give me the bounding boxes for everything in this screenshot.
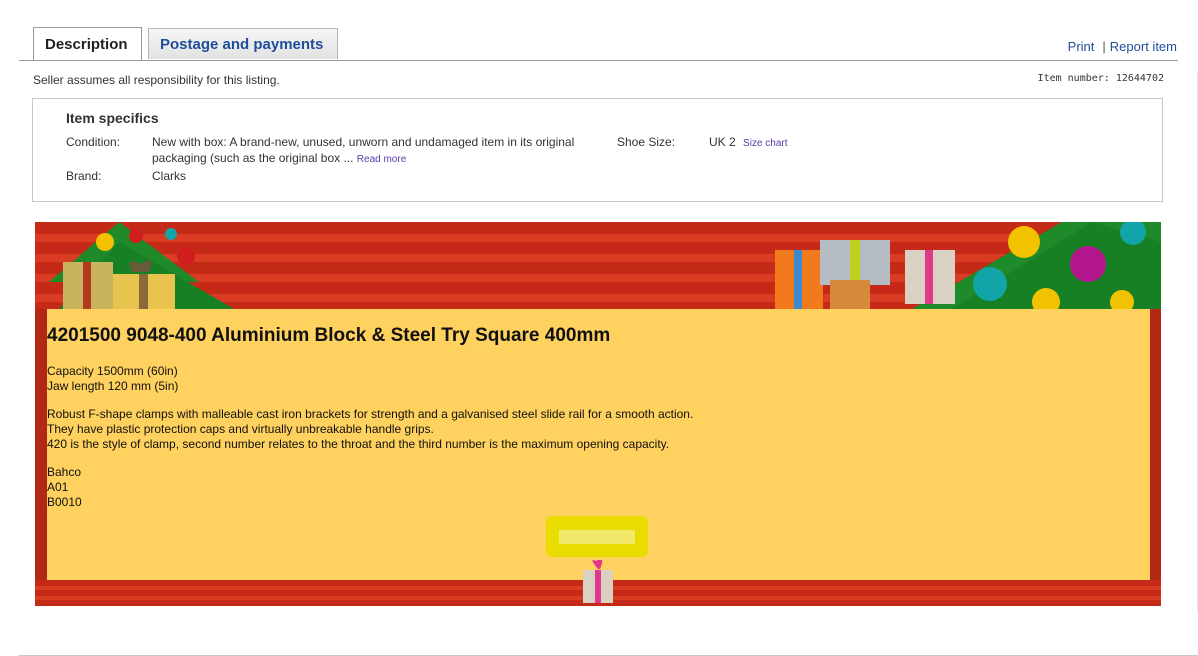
item-specifics-box: Item specifics Condition: New with box: …	[32, 98, 1163, 202]
listing-specs: Capacity 1500mm (60in) Jaw length 120 mm…	[47, 364, 179, 393]
listing-codes: Bahco A01 B0010	[47, 465, 82, 509]
print-link[interactable]: Print	[1068, 39, 1095, 54]
description-panel: 4201500 9048-400 Aluminium Block & Steel…	[47, 309, 1150, 580]
seller-disclaimer: Seller assumes all responsibility for th…	[33, 73, 280, 87]
action-button-face	[559, 530, 635, 544]
gift-box-small-icon	[583, 560, 613, 603]
brand-label: Brand:	[66, 169, 102, 183]
item-specifics-title: Item specifics	[66, 110, 159, 126]
action-button[interactable]	[546, 516, 648, 557]
listing-description-frame: 4201500 9048-400 Aluminium Block & Steel…	[35, 222, 1161, 606]
shoe-size-label: Shoe Size:	[617, 135, 676, 149]
shoe-size-text: UK 2	[709, 135, 736, 149]
item-number: Item number: 12644702	[1037, 73, 1164, 84]
tab-postage-and-payments[interactable]: Postage and payments	[148, 28, 338, 59]
tab-divider	[19, 60, 1178, 61]
condition-value: New with box: A brand-new, unused, unwor…	[152, 134, 592, 168]
read-more-link[interactable]: Read more	[357, 154, 406, 165]
gift-boxes-left-icon	[63, 260, 175, 309]
shoe-size-value: UK 2 Size chart	[709, 134, 788, 152]
condition-label: Condition:	[66, 135, 121, 149]
report-item-link[interactable]: Report item	[1110, 39, 1177, 54]
top-links: Print | Report item	[1068, 39, 1177, 54]
size-chart-link[interactable]: Size chart	[743, 138, 787, 149]
brand-value: Clarks	[152, 169, 187, 183]
listing-title: 4201500 9048-400 Aluminium Block & Steel…	[47, 325, 611, 346]
link-separator: |	[1102, 39, 1106, 54]
gift-boxes-right-icon	[775, 240, 955, 309]
listing-description: Robust F-shape clamps with malleable cas…	[47, 407, 694, 451]
tab-description[interactable]: Description	[33, 27, 142, 61]
